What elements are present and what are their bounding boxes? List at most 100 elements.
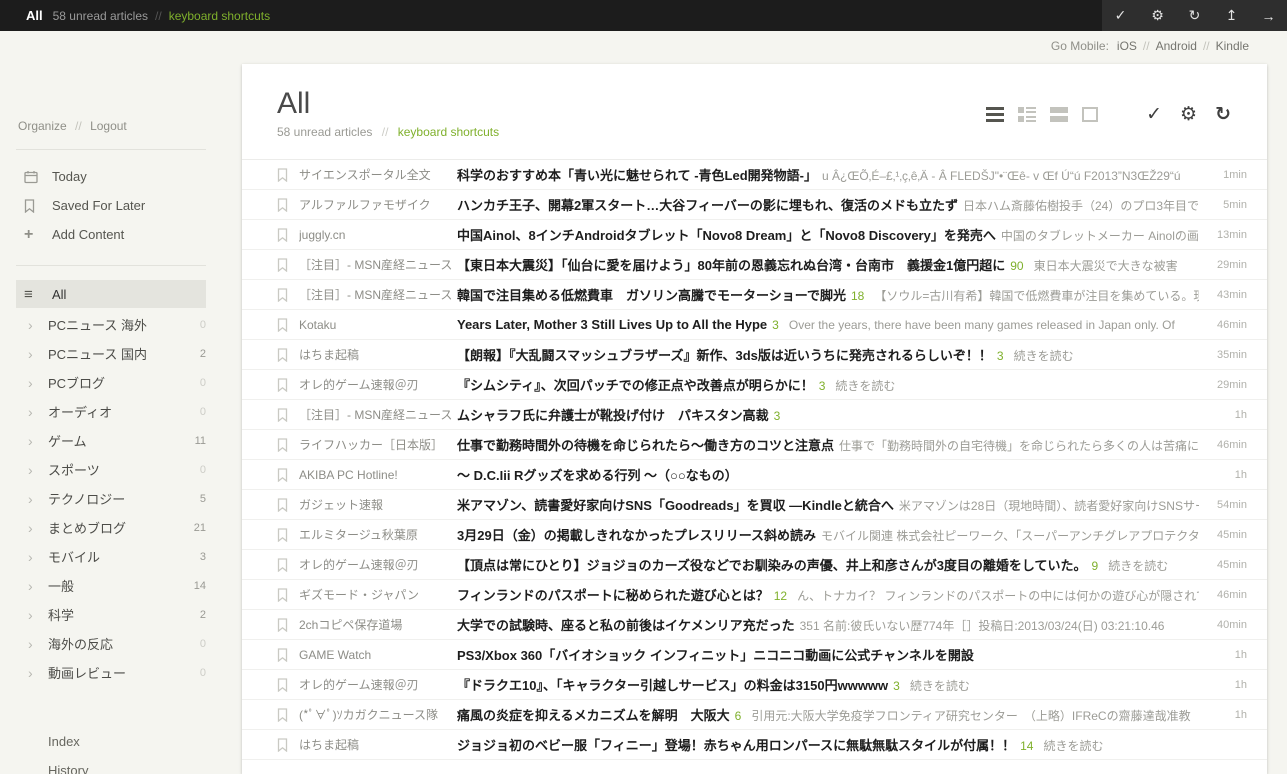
chevron-right-icon[interactable]: › (16, 491, 48, 507)
sidebar-item-all[interactable]: ≡ All (16, 280, 206, 308)
refresh-icon[interactable]: ↻ (1215, 103, 1231, 126)
history-link[interactable]: History (16, 756, 206, 774)
scroll-to-top-icon[interactable]: ↥ (1213, 0, 1250, 31)
next-article-icon[interactable]: → (1250, 0, 1287, 31)
settings-gear-icon[interactable]: ⚙ (1180, 103, 1197, 126)
sidebar-category[interactable]: › PCブログ 0 (16, 368, 206, 397)
article-row[interactable]: はちま起稿 【朗報】『大乱闘スマッシュブラザーズ』新作、3ds版は近いうちに発売… (242, 340, 1267, 370)
sidebar-category[interactable]: › 動画レビュー 0 (16, 658, 206, 687)
sidebar-category[interactable]: › まとめブログ 21 (16, 513, 206, 542)
article-title[interactable]: 米アマゾン、読書愛好家向けSNS「Goodreads」を買収 ―Kindleと統… (457, 498, 894, 513)
sidebar-category[interactable]: › 科学 2 (16, 600, 206, 629)
article-row[interactable]: はちま起稿 ジョジョ初のベビー服「フィニー」登場！赤ちゃん用ロンパースに無駄無駄… (242, 730, 1267, 760)
go-mobile-kindle-link[interactable]: Kindle (1216, 39, 1249, 53)
bookmark-icon[interactable] (277, 468, 291, 482)
chevron-right-icon[interactable]: › (16, 636, 48, 652)
sidebar-category[interactable]: › PCニュース 海外 0 (16, 310, 206, 339)
article-row[interactable]: オレ的ゲーム速報＠刃 【頂点は常にひとり】ジョジョのカーズ役などでお馴染みの声優… (242, 550, 1267, 580)
chevron-right-icon[interactable]: › (16, 462, 48, 478)
sidebar-category[interactable]: › テクノロジー 5 (16, 484, 206, 513)
sidebar-category[interactable]: › PCニュース 国内 2 (16, 339, 206, 368)
organize-link[interactable]: Organize (18, 119, 67, 133)
keyboard-shortcuts-link[interactable]: keyboard shortcuts (169, 9, 270, 23)
chevron-right-icon[interactable]: › (16, 607, 48, 623)
article-row[interactable]: サイエンスポータル全文 科学のおすすめ本「青い光に魅せられて -青色Led開発物… (242, 160, 1267, 190)
sidebar-category[interactable]: › スポーツ 0 (16, 455, 206, 484)
go-mobile-ios-link[interactable]: iOS (1117, 39, 1137, 53)
article-title[interactable]: ジョジョ初のベビー服「フィニー」登場！赤ちゃん用ロンパースに無駄無駄スタイルが付… (457, 738, 1015, 753)
bookmark-icon[interactable] (277, 528, 291, 542)
article-title[interactable]: フィンランドのパスポートに秘められた遊び心とは？ (457, 588, 769, 603)
article-title[interactable]: 【東日本大震災】「仙台に愛を届けよう」80年前の恩義忘れぬ台湾・台南市 義援金1… (457, 258, 1005, 273)
article-title[interactable]: 『ドラクエ10』、「キャラクター引越しサービス」の料金は3150円wwwww (457, 678, 888, 693)
article-row[interactable]: アルファルファモザイク ハンカチ王子、開幕2軍スタート…大谷フィーバーの影に埋も… (242, 190, 1267, 220)
bookmark-icon[interactable] (277, 558, 291, 572)
article-title[interactable]: 【朗報】『大乱闘スマッシュブラザーズ』新作、3ds版は近いうちに発売されるらしい… (457, 348, 992, 363)
bookmark-icon[interactable] (277, 408, 291, 422)
sidebar-item-add-content[interactable]: + Add Content (16, 220, 206, 249)
view-cards-icon[interactable] (1050, 107, 1068, 122)
sidebar-category[interactable]: › 海外の反応 0 (16, 629, 206, 658)
logout-link[interactable]: Logout (90, 119, 127, 133)
bookmark-icon[interactable] (277, 738, 291, 752)
settings-gear-icon[interactable]: ⚙ (1139, 0, 1176, 31)
chevron-right-icon[interactable]: › (16, 549, 48, 565)
refresh-icon[interactable]: ↻ (1176, 0, 1213, 31)
article-row[interactable]: (*ﾟ∀ﾟ)ｿカガクニュース隊 痛風の炎症を抑えるメカニズムを解明 大阪大6引用… (242, 700, 1267, 730)
article-title[interactable]: Years Later, Mother 3 Still Lives Up to … (457, 317, 767, 332)
article-row[interactable]: ［注目］- MSN産経ニュース 【東日本大震災】「仙台に愛を届けよう」80年前の… (242, 250, 1267, 280)
article-title[interactable]: 韓国で注目集める低燃費車 ガソリン高騰でモーターショーで脚光 (457, 288, 846, 303)
article-row[interactable]: エルミタージュ秋葉原 3月29日（金）の掲載しきれなかったプレスリリース斜め読み… (242, 520, 1267, 550)
sidebar-item-today[interactable]: Today (16, 162, 206, 191)
sidebar-item-saved-for-later[interactable]: Saved For Later (16, 191, 206, 220)
article-title[interactable]: 大学での試験時、座ると私の前後はイケメンリア充だった (457, 618, 795, 633)
sidebar-category[interactable]: › オーディオ 0 (16, 397, 206, 426)
article-title[interactable]: PS3/Xbox 360「バイオショック インフィニット」ニコニコ動画に公式チャ… (457, 648, 974, 663)
article-title[interactable]: 3月29日（金）の掲載しきれなかったプレスリリース斜め読み (457, 528, 816, 543)
bookmark-icon[interactable] (277, 318, 291, 332)
article-row[interactable]: オレ的ゲーム速報＠刃 『シムシティ』、次回パッチでの修正点や改善点が明らかに！3… (242, 370, 1267, 400)
article-title[interactable]: 科学のおすすめ本「青い光に魅せられて -青色Led開発物語-」 (457, 168, 817, 183)
bookmark-icon[interactable] (277, 288, 291, 302)
chevron-right-icon[interactable]: › (16, 433, 48, 449)
article-title[interactable]: ムシャラフ氏に弁護士が靴投げ付け パキスタン高裁 (457, 408, 769, 423)
article-title[interactable]: ～ D.C.Iii Rグッズを求める行列 ～（○○なもの） (457, 468, 738, 483)
bookmark-icon[interactable] (277, 348, 291, 362)
go-mobile-android-link[interactable]: Android (1156, 39, 1197, 53)
sidebar-category[interactable]: › 一般 14 (16, 571, 206, 600)
bookmark-icon[interactable] (277, 708, 291, 722)
sidebar-category[interactable]: › モバイル 3 (16, 542, 206, 571)
chevron-right-icon[interactable]: › (16, 317, 48, 333)
bookmark-icon[interactable] (277, 648, 291, 662)
bookmark-icon[interactable] (277, 378, 291, 392)
bookmark-icon[interactable] (277, 588, 291, 602)
article-row[interactable]: 2chコピペ保存道場 大学での試験時、座ると私の前後はイケメンリア充だった351… (242, 610, 1267, 640)
bookmark-icon[interactable] (277, 198, 291, 212)
view-magazine-icon[interactable] (1018, 107, 1036, 122)
bookmark-icon[interactable] (277, 438, 291, 452)
sidebar-category[interactable]: › ゲーム 11 (16, 426, 206, 455)
bookmark-icon[interactable] (277, 228, 291, 242)
article-row[interactable]: AKIBA PC Hotline! ～ D.C.Iii Rグッズを求める行列 ～… (242, 460, 1267, 490)
bookmark-icon[interactable] (277, 258, 291, 272)
mark-all-read-icon[interactable]: ✓ (1146, 103, 1162, 126)
chevron-right-icon[interactable]: › (16, 665, 48, 681)
article-row[interactable]: ［注目］- MSN産経ニュース 韓国で注目集める低燃費車 ガソリン高騰でモーター… (242, 280, 1267, 310)
chevron-right-icon[interactable]: › (16, 404, 48, 420)
view-titles-icon[interactable] (986, 107, 1004, 122)
chevron-right-icon[interactable]: › (16, 375, 48, 391)
view-full-icon[interactable] (1082, 107, 1098, 122)
article-row[interactable]: ［注目］- MSN産経ニュース ムシャラフ氏に弁護士が靴投げ付け パキスタン高裁… (242, 400, 1267, 430)
bookmark-icon[interactable] (277, 168, 291, 182)
keyboard-shortcuts-link[interactable]: keyboard shortcuts (398, 125, 499, 139)
article-row[interactable]: GAME Watch PS3/Xbox 360「バイオショック インフィニット」… (242, 640, 1267, 670)
article-title[interactable]: 【頂点は常にひとり】ジョジョのカーズ役などでお馴染みの声優、井上和彦さんが3度目… (457, 558, 1087, 573)
chevron-right-icon[interactable]: › (16, 578, 48, 594)
article-title[interactable]: ハンカチ王子、開幕2軍スタート…大谷フィーバーの影に埋もれ、復活のメドも立たず (457, 198, 958, 213)
article-title[interactable]: 中国Ainol、8インチAndroidタブレット「Novo8 Dream」と「N… (457, 228, 996, 243)
bookmark-icon[interactable] (277, 678, 291, 692)
article-row[interactable]: Kotaku Years Later, Mother 3 Still Lives… (242, 310, 1267, 340)
bookmark-icon[interactable] (277, 618, 291, 632)
chevron-right-icon[interactable]: › (16, 520, 48, 536)
article-title[interactable]: 痛風の炎症を抑えるメカニズムを解明 大阪大 (457, 708, 730, 723)
